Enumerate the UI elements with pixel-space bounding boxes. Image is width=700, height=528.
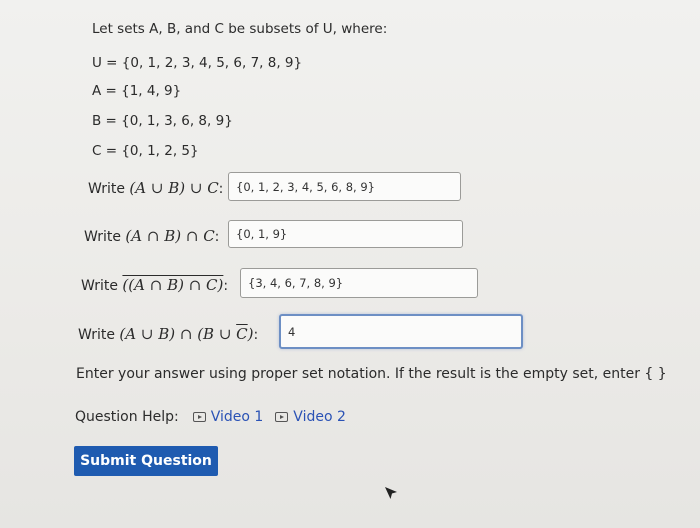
video-1-link[interactable]: Video 1 bbox=[192, 409, 263, 425]
set-a: A = {1, 4, 9} bbox=[92, 83, 182, 99]
question-1-label: Write (A ∪ B) ∪ C: bbox=[88, 179, 224, 197]
answer-input-1[interactable]: {0, 1, 2, 3, 4, 5, 6, 8, 9} bbox=[228, 172, 461, 201]
question-3-expression: ((A ∩ B) ∩ C) bbox=[122, 276, 224, 294]
mouse-cursor-icon bbox=[385, 487, 397, 499]
set-b: B = {0, 1, 3, 6, 8, 9} bbox=[92, 113, 233, 129]
question-3-label: Write ((A ∩ B) ∩ C): bbox=[81, 276, 229, 294]
intro-text: Let sets A, B, and C be subsets of U, wh… bbox=[92, 21, 388, 37]
video-play-icon bbox=[192, 412, 206, 422]
video-2-link[interactable]: Video 2 bbox=[275, 409, 346, 425]
instruction-text: Enter your answer using proper set notat… bbox=[76, 366, 667, 382]
question-help: Question Help: Video 1 Video 2 bbox=[75, 409, 346, 425]
answer-input-3[interactable]: {3, 4, 6, 7, 8, 9} bbox=[240, 268, 478, 298]
set-c: C = {0, 1, 2, 5} bbox=[92, 143, 199, 159]
question-4-label: Write (A ∪ B) ∩ (B ∪ C): bbox=[78, 325, 259, 343]
question-2-expression: (A ∩ B) ∩ C bbox=[125, 227, 215, 245]
video-play-icon bbox=[275, 412, 289, 422]
answer-input-4[interactable]: 4 bbox=[279, 314, 523, 349]
set-u: U = {0, 1, 2, 3, 4, 5, 6, 7, 8, 9} bbox=[92, 55, 303, 71]
question-2-label: Write (A ∩ B) ∩ C: bbox=[84, 227, 220, 245]
question-1-expression: (A ∪ B) ∪ C bbox=[129, 179, 219, 197]
question-help-label: Question Help: bbox=[75, 409, 179, 425]
submit-question-button[interactable]: Submit Question bbox=[74, 446, 218, 476]
answer-input-2[interactable]: {0, 1, 9} bbox=[228, 220, 463, 248]
question-4-expression: (A ∪ B) ∩ (B ∪ C) bbox=[119, 325, 254, 343]
